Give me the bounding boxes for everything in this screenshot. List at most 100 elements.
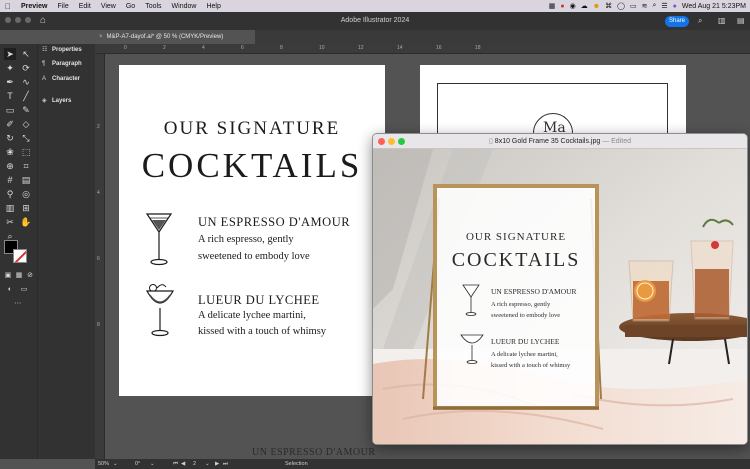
tab-character[interactable]: A Character [42,76,80,82]
menu-window[interactable]: Window [167,3,202,10]
artboard-cocktail-menu[interactable]: OUR SIGNATURE COCKTAILS UN ESPRESSO D'AM… [119,65,385,396]
blend-tool-icon[interactable]: ◎ [20,188,32,200]
edit-toolbar-icon[interactable]: ⋯ [12,298,24,310]
menu-go[interactable]: Go [121,3,140,10]
artboard-tool-icon[interactable]: ⊞ [20,202,32,214]
screen-mode-icon[interactable]: ▭ [18,284,30,296]
mockup-drink-2-line1: A delicate lychee martini, [491,351,558,358]
vertical-ruler[interactable]: 2 4 6 8 [95,54,105,459]
mesh-tool-icon[interactable]: # [4,174,16,186]
preview-titlebar[interactable]: ▯ 8x10 Gold Frame 35 Cocktails.jpg — Edi… [373,134,747,149]
rotate-tool-icon[interactable]: ↻ [4,132,16,144]
shape-builder-tool-icon[interactable]: ⊕ [4,160,16,172]
next-artboard-icon[interactable]: ▶ [215,461,219,467]
ruler-top-label: 0 [124,45,127,51]
gradient-tool-icon[interactable]: ▤ [20,174,32,186]
tab-properties[interactable]: ☷ Properties [42,46,82,53]
eraser-tool-icon[interactable]: ◇ [20,118,32,130]
mockup-heading-line2: COCKTAILS [452,249,581,271]
zoom-level-dropdown[interactable]: 50% [98,461,109,467]
horizontal-ruler[interactable]: 0 2 4 6 8 10 12 14 16 18 [95,44,750,54]
workspace-icon[interactable]: ▤ [737,16,745,25]
mockup-heading-line1: OUR SIGNATURE [466,231,566,243]
paintbrush-tool-icon[interactable]: ✎ [20,104,32,116]
status-bar: 50% ⌄ 0° ⌄ ⏮ ◀ 2 ⌄ ▶ ⏭ Selection [95,459,750,469]
paperclip-icon[interactable]: ⌘ [605,2,612,10]
ruler-top-label: 2 [163,45,166,51]
emoji-icon[interactable]: ☻ [593,3,600,10]
mockup-photo: OUR SIGNATURE COCKTAILS UN ESPRESSO D'AM… [373,149,747,444]
shaper-tool-icon[interactable]: ✐ [4,118,16,130]
dropbox-icon[interactable]: ▦ [549,2,556,10]
type-tool-icon[interactable]: T [4,90,16,102]
arrange-documents-icon[interactable]: ▥ [718,16,726,25]
share-button[interactable]: Share [665,16,689,27]
ruler-left-label: 2 [97,124,100,130]
document-tabs: × M&P-A7-dayof.ai* @ 50 % (CMYK/Preview) [95,30,750,44]
battery-icon[interactable]: ▭ [630,2,637,10]
search-icon[interactable]: ⌕ [698,16,702,26]
pen-tool-icon[interactable]: ✒ [4,76,16,88]
close-tab-icon[interactable]: × [99,34,103,40]
none-slash-icon [14,250,26,262]
selection-tool-icon[interactable]: ➤ [4,48,16,60]
rotate-chevron-icon[interactable]: ⌄ [150,461,155,467]
artboard-chevron-icon[interactable]: ⌄ [205,461,210,467]
artboard-number-field[interactable]: 2 [193,461,196,467]
circle-icon[interactable]: ◯ [617,2,625,10]
warp-tool-icon[interactable]: ❀ [4,146,16,158]
magic-wand-tool-icon[interactable]: ✦ [4,62,16,74]
menu-file[interactable]: File [52,3,73,10]
stroke-swatch[interactable] [13,249,27,263]
ruler-top-label: 14 [397,45,403,51]
drink-1-desc-line2: sweetened to embody love [198,251,310,262]
control-center-icon[interactable]: ☰ [661,2,667,10]
coupe-glass-icon [145,284,175,337]
ruler-top-label: 12 [358,45,364,51]
cloud-icon[interactable]: ☁ [581,2,588,10]
slice-tool-icon[interactable]: ✂ [4,216,16,228]
tab-document[interactable]: × M&P-A7-dayof.ai* @ 50 % (CMYK/Preview) [95,30,255,44]
apple-icon[interactable]:  [0,2,16,11]
search-icon[interactable]: ⌕ [652,2,656,10]
red-app-icon[interactable]: ● [560,3,564,10]
menu-view[interactable]: View [96,3,121,10]
none-mode-icon[interactable]: ⊘ [24,270,36,282]
line-tool-icon[interactable]: ╱ [20,90,32,102]
menu-tools[interactable]: Tools [140,3,166,10]
prev-artboard-icon[interactable]: ◀ [181,461,185,467]
curvature-tool-icon[interactable]: ∿ [20,76,32,88]
preview-window[interactable]: ▯ 8x10 Gold Frame 35 Cocktails.jpg — Edi… [372,133,748,445]
last-artboard-icon[interactable]: ⏭ [223,461,228,468]
properties-icon: ☷ [42,47,48,53]
zoom-chevron-icon[interactable]: ⌄ [113,461,118,467]
ruler-top-label: 4 [202,45,205,51]
draw-mode-icon[interactable]: ◐ [4,284,16,296]
rotate-view-dropdown[interactable]: 0° [135,461,140,467]
wifi-icon[interactable]: ≋ [642,2,648,10]
offcanvas-text[interactable]: UN ESPRESSO D'AMOUR [252,447,376,458]
scale-tool-icon[interactable]: ⤡ [20,132,32,144]
drink-2-name: LUEUR DU LYCHEE [198,293,320,307]
status-icons: ▦ ● ◉ ☁ ☻ ⌘ ◯ ▭ ≋ ⌕ ☰ ● Wed Aug 21 5:23P… [549,2,750,10]
hand-tool-icon[interactable]: ✋ [20,216,32,228]
tab-layers[interactable]: ◈ Layers [42,97,71,104]
paragraph-icon: ¶ [42,61,46,67]
record-icon[interactable]: ◉ [570,2,576,10]
tab-paragraph[interactable]: ¶ Paragraph [42,61,82,67]
first-artboard-icon[interactable]: ⏮ [173,461,178,468]
perspective-grid-tool-icon[interactable]: ⌗ [20,160,32,172]
tools-panel: ➤ ↖ ✦ ⟳ ✒ ∿ T ╱ ▭ ✎ ✐ ◇ ↻ ⤡ ❀ ⬚ ⊕ ⌗ # ▤ … [0,44,38,459]
eyedropper-tool-icon[interactable]: ⚲ [4,188,16,200]
clock[interactable]: Wed Aug 21 5:23PM [682,3,746,10]
menu-app[interactable]: Preview [16,3,52,10]
siri-icon[interactable]: ● [673,3,677,10]
rectangle-tool-icon[interactable]: ▭ [4,104,16,116]
menu-edit[interactable]: Edit [74,3,96,10]
free-transform-tool-icon[interactable]: ⬚ [20,146,32,158]
document-icon: ▯ [488,138,493,145]
direct-selection-tool-icon[interactable]: ↖ [20,48,32,60]
lasso-tool-icon[interactable]: ⟳ [20,62,32,74]
graph-tool-icon[interactable]: ▥ [4,202,16,214]
menu-help[interactable]: Help [201,3,225,10]
